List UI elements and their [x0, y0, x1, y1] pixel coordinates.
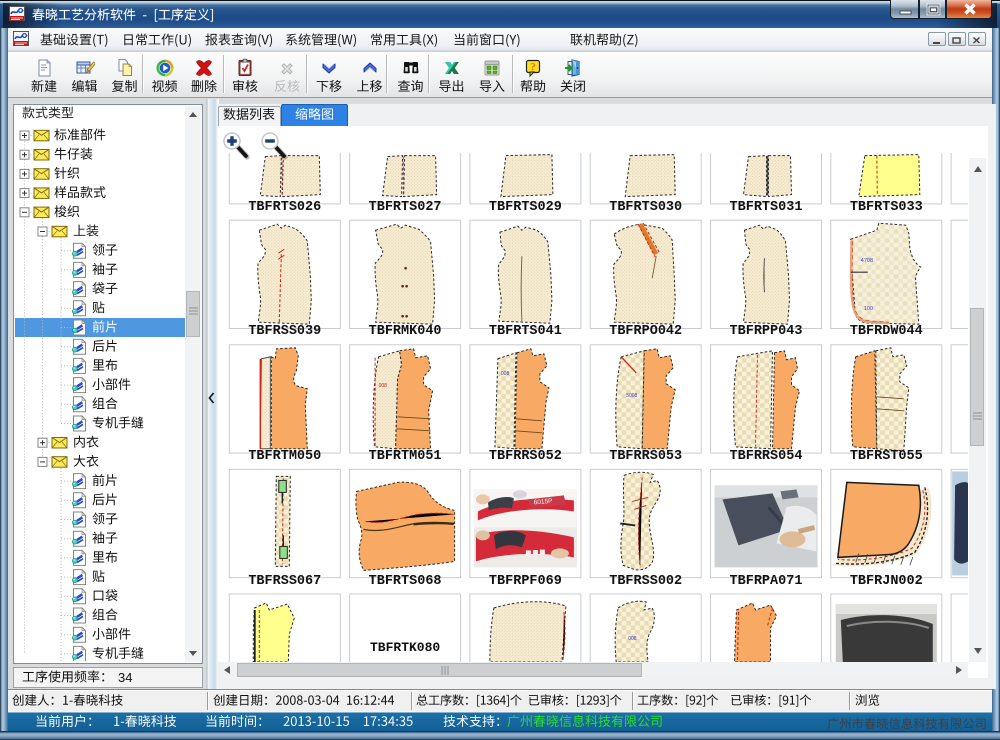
svg-text:4708: 4708	[861, 258, 873, 264]
svg-text:5008: 5008	[626, 393, 637, 399]
svg-text:100: 100	[864, 306, 873, 312]
svg-text:008: 008	[501, 371, 510, 377]
svg-text:TBFRTK080: TBFRTK080	[370, 640, 440, 655]
svg-text:?: ?	[530, 60, 536, 74]
svg-text:008: 008	[628, 636, 637, 642]
svg-text:008: 008	[379, 383, 388, 389]
